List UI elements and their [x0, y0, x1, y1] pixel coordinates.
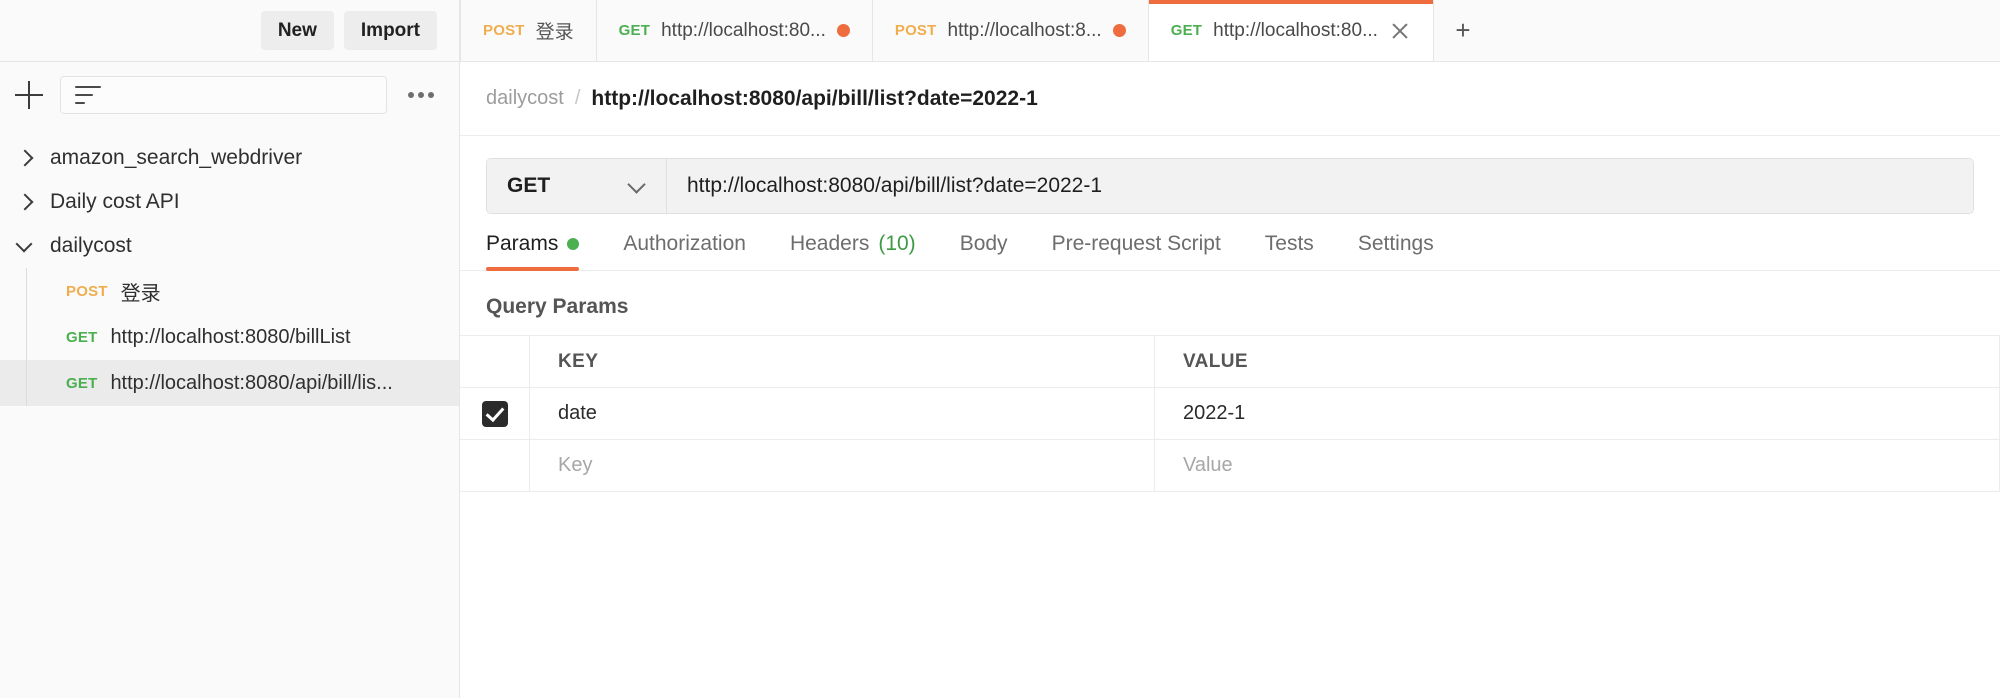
header-value: VALUE — [1155, 336, 2000, 387]
request-tab-label: http://localhost:80... — [661, 19, 826, 41]
filter-icon — [75, 86, 101, 104]
url-bar: GET — [486, 158, 1974, 214]
request-tab-label: http://localhost:8... — [947, 19, 1102, 41]
params-present-dot-icon — [567, 238, 580, 250]
sidebar-filter-input[interactable] — [60, 76, 387, 114]
breadcrumb-separator: / — [574, 87, 581, 109]
sidebar: amazon_search_webdriver Daily cost API dai… — [0, 62, 460, 698]
collection-label: Daily cost API — [50, 190, 180, 213]
sidebar-request-item[interactable]: POST 登录 — [0, 268, 459, 314]
url-row: GET — [460, 136, 2000, 214]
sidebar-request-method: POST — [66, 282, 108, 300]
section-tab-label: Tests — [1264, 232, 1314, 255]
request-tab[interactable]: POST http://localhost:8... — [872, 0, 1149, 61]
sidebar-request-label: http://localhost:8080/api/bill/lis... — [110, 371, 393, 394]
section-tab-tests[interactable]: Tests — [1243, 232, 1336, 270]
workspace-actions: New Import — [0, 0, 460, 61]
section-tab-params[interactable]: Params — [486, 232, 601, 271]
request-tab[interactable]: GET http://localhost:80... — [1148, 0, 1434, 61]
table-row[interactable]: Key Value — [460, 440, 2000, 492]
new-tab-icon[interactable]: + — [1434, 0, 1492, 61]
request-tab-method: GET — [618, 22, 651, 39]
more-options-icon[interactable] — [401, 92, 441, 98]
request-pane: dailycost / http://localhost:8080/api/bi… — [460, 62, 2000, 698]
header-checkbox-cell — [460, 336, 530, 387]
request-tab-method: GET — [1170, 22, 1203, 39]
section-tab-label: Params — [486, 232, 559, 255]
param-key-cell[interactable]: Key — [530, 440, 1155, 491]
table-row[interactable]: date 2022-1 — [460, 388, 2000, 440]
collection-row[interactable]: amazon_search_webdriver — [0, 136, 459, 180]
collection-label: dailycost — [50, 234, 132, 257]
sidebar-toolbar — [0, 62, 459, 128]
http-method-select[interactable]: GET — [487, 159, 667, 213]
collection-row[interactable]: Daily cost API — [0, 180, 459, 224]
section-tab-settings[interactable]: Settings — [1336, 232, 1456, 270]
request-tab[interactable]: POST 登录 — [460, 0, 597, 61]
request-tab-strip: POST 登录 GET http://localhost:80... POST http:… — [460, 0, 2000, 61]
chevron-right-icon[interactable] — [12, 145, 38, 171]
request-section-tabs: Params Authorization Headers (10) Body Pre-re… — [460, 214, 2000, 271]
close-icon[interactable] — [1389, 20, 1411, 42]
unsaved-changes-dot-icon — [836, 24, 850, 37]
chevron-down-icon[interactable] — [12, 233, 38, 259]
section-tab-label: Headers — [789, 232, 870, 255]
section-tab-body[interactable]: Body — [938, 232, 1030, 270]
param-value-cell[interactable]: Value — [1155, 440, 2000, 491]
unsaved-changes-dot-icon — [1112, 24, 1126, 37]
row-enable-cell — [460, 440, 530, 491]
url-input[interactable] — [667, 159, 1973, 213]
section-tab-headers[interactable]: Headers (10) — [768, 232, 938, 270]
query-params-title: Query Params — [486, 295, 629, 318]
breadcrumb: dailycost / http://localhost:8080/api/bi… — [460, 62, 2000, 136]
top-bar: New Import POST 登录 GET http://localhost:80.… — [0, 0, 2000, 62]
request-tab[interactable]: GET http://localhost:80... — [596, 0, 873, 61]
section-tab-label: Authorization — [623, 232, 746, 255]
sidebar-request-item[interactable]: GET http://localhost:8080/billList — [0, 314, 459, 360]
section-tab-label: Pre-request Script — [1051, 232, 1221, 255]
row-enable-cell — [460, 388, 530, 439]
main-body: amazon_search_webdriver Daily cost API dai… — [0, 62, 2000, 698]
request-tab-method: POST — [483, 22, 525, 39]
chevron-right-icon[interactable] — [12, 189, 38, 215]
section-tab-count: (10) — [878, 232, 916, 255]
breadcrumb-current: http://localhost:8080/api/bill/list?date… — [591, 86, 1038, 110]
param-value-cell[interactable]: 2022-1 — [1155, 388, 2000, 439]
http-method-value: GET — [507, 174, 551, 197]
breadcrumb-collection[interactable]: dailycost — [486, 87, 564, 110]
collection-label: amazon_search_webdriver — [50, 146, 303, 169]
sidebar-request-label: 登录 — [120, 282, 161, 305]
query-params-table: KEY VALUE date 2022-1 Key Value — [460, 335, 2000, 492]
add-icon[interactable] — [12, 78, 46, 112]
section-tab-label: Settings — [1357, 232, 1434, 255]
row-enabled-checkbox[interactable] — [481, 400, 508, 427]
sidebar-request-label: http://localhost:8080/billList — [110, 325, 351, 348]
import-button[interactable]: Import — [343, 10, 437, 51]
collection-tree: amazon_search_webdriver Daily cost API dai… — [0, 128, 459, 698]
chevron-down-icon — [628, 177, 646, 195]
table-header-row: KEY VALUE — [460, 336, 2000, 388]
section-tab-label: Body — [959, 232, 1008, 255]
section-tab-authorization[interactable]: Authorization — [601, 232, 768, 270]
request-tab-label: 登录 — [535, 22, 574, 43]
collection-row[interactable]: dailycost — [0, 224, 459, 268]
new-button[interactable]: New — [260, 10, 334, 51]
sidebar-request-method: GET — [66, 374, 98, 392]
postman-window: New Import POST 登录 GET http://localhost:80.… — [0, 0, 2000, 698]
request-tab-label: http://localhost:80... — [1213, 19, 1378, 41]
section-tab-pre-request-script[interactable]: Pre-request Script — [1030, 232, 1243, 270]
request-tab-method: POST — [894, 22, 937, 39]
header-key: KEY — [530, 336, 1155, 387]
sidebar-request-item[interactable]: GET http://localhost:8080/api/bill/lis... — [0, 360, 459, 406]
sidebar-request-method: GET — [66, 328, 98, 346]
param-key-cell[interactable]: date — [530, 388, 1155, 439]
